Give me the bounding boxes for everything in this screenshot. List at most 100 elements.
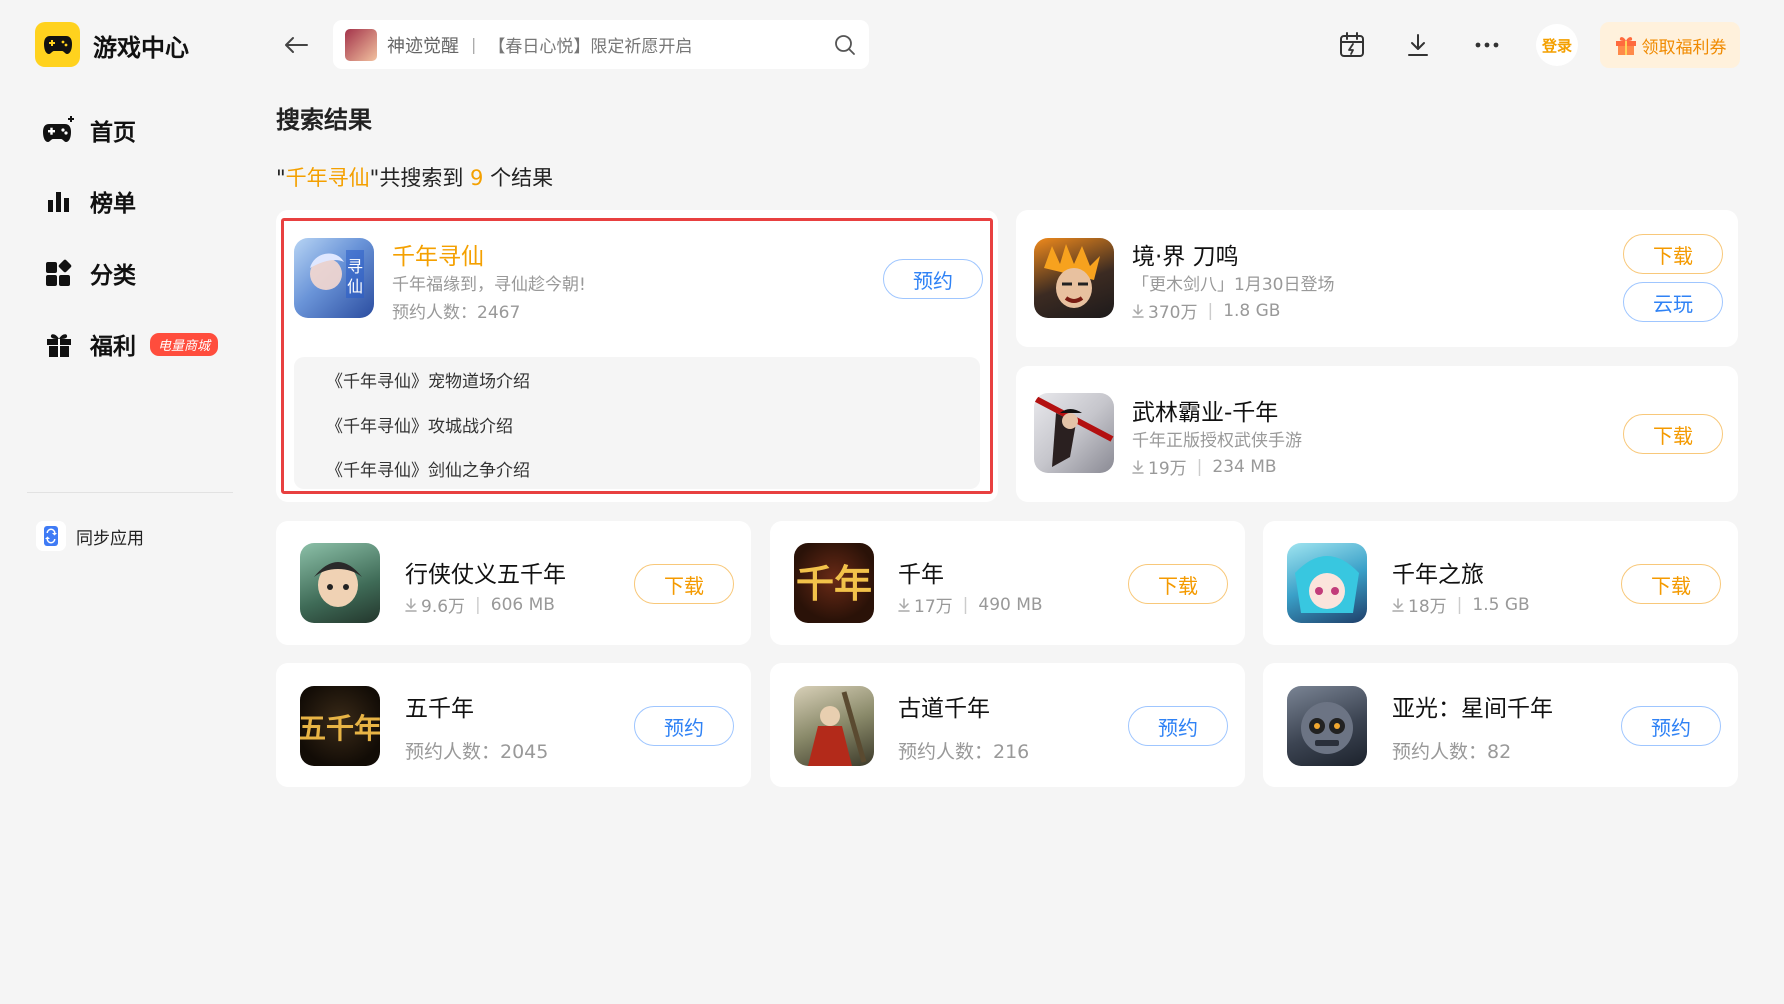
calendar-button[interactable] bbox=[1334, 27, 1370, 63]
calendar-icon bbox=[1340, 32, 1364, 57]
gamepad-plus-icon bbox=[42, 113, 76, 147]
search-promo-text: 【春日心悦】限定祈愿开启 bbox=[488, 37, 693, 57]
nav-item-rankings[interactable]: 榜单 bbox=[42, 181, 136, 221]
game-icon-wuqiannian[interactable]: 五千年 bbox=[300, 686, 380, 766]
download-button[interactable]: 下载 bbox=[1128, 564, 1228, 604]
featured-game-name[interactable]: 千年寻仙 bbox=[392, 237, 484, 271]
download-button[interactable]: 下载 bbox=[1621, 564, 1721, 604]
coupon-label: 领取福利券 bbox=[1641, 37, 1727, 58]
article-list: 《千年寻仙》宠物道场介绍 《千年寻仙》攻城战介绍 《千年寻仙》剑仙之争介绍 bbox=[294, 357, 980, 489]
reserve-count: 预约人数：82 bbox=[1392, 741, 1512, 763]
file-size: 490 MB bbox=[978, 594, 1043, 615]
download-manager-button[interactable] bbox=[1400, 27, 1436, 63]
svg-text:千年: 千年 bbox=[796, 561, 872, 606]
page-title: 搜索结果 bbox=[276, 106, 372, 134]
reserve-button[interactable]: 预约 bbox=[883, 259, 983, 299]
nav-label: 福利 bbox=[90, 334, 136, 360]
article-link[interactable]: 《千年寻仙》宠物道场介绍 bbox=[326, 367, 530, 392]
nav-label: 首页 bbox=[90, 120, 136, 146]
game-icon-qiannianzhilv[interactable] bbox=[1287, 543, 1367, 623]
file-size: 1.8 GB bbox=[1223, 300, 1281, 321]
small-download-icon bbox=[1392, 597, 1404, 612]
summary-query: 千年寻仙 bbox=[285, 166, 370, 190]
download-count: 17万 bbox=[914, 597, 953, 617]
reserve-button[interactable]: 预约 bbox=[1621, 706, 1721, 746]
svg-text:五千年: 五千年 bbox=[300, 712, 380, 745]
more-dots-icon bbox=[1475, 42, 1499, 48]
game-icon-wulinbaye[interactable] bbox=[1034, 393, 1114, 473]
svg-text:寻: 寻 bbox=[347, 257, 363, 276]
summary-suffix: 个结果 bbox=[483, 166, 554, 190]
summary-mid: "共搜索到 bbox=[369, 166, 471, 190]
game-name[interactable]: 武林霸业-千年 bbox=[1132, 393, 1278, 427]
small-download-icon bbox=[1132, 459, 1144, 474]
reserve-button[interactable]: 预约 bbox=[634, 706, 734, 746]
back-button[interactable] bbox=[280, 30, 312, 60]
reserve-button[interactable]: 预约 bbox=[1128, 706, 1228, 746]
game-meta: 17万 | 490 MB bbox=[898, 592, 1043, 617]
nav-item-welfare[interactable]: 福利 电量商城 bbox=[42, 324, 219, 364]
nav-label: 榜单 bbox=[90, 191, 136, 217]
game-name[interactable]: 亚光：星间千年 bbox=[1392, 689, 1553, 723]
file-size: 606 MB bbox=[490, 594, 555, 615]
small-download-icon bbox=[405, 597, 417, 612]
search-bar[interactable]: 神迹觉醒 | 【春日心悦】限定祈愿开启 bbox=[333, 20, 869, 69]
download-button[interactable]: 下载 bbox=[1623, 414, 1723, 454]
download-count: 9.6万 bbox=[421, 597, 466, 617]
sync-label: 同步应用 bbox=[76, 528, 144, 549]
more-button[interactable] bbox=[1469, 27, 1505, 63]
category-grid-icon bbox=[42, 256, 76, 290]
nav-item-home[interactable]: 首页 bbox=[42, 110, 136, 150]
featured-reserve-count: 预约人数：2467 bbox=[392, 303, 521, 323]
search-separator: | bbox=[471, 35, 477, 54]
login-button[interactable]: 登录 bbox=[1536, 24, 1578, 66]
small-download-icon bbox=[898, 597, 910, 612]
game-meta: 370万 | 1.8 GB bbox=[1132, 298, 1280, 323]
game-icon-jingjie[interactable] bbox=[1034, 238, 1114, 318]
result-summary: "千年寻仙"共搜索到 9 个结果 bbox=[276, 162, 553, 192]
game-name[interactable]: 千年之旅 bbox=[1392, 555, 1484, 589]
game-icon-xingxia[interactable] bbox=[300, 543, 380, 623]
search-game-name: 神迹觉醒 bbox=[387, 35, 459, 57]
sidebar: 游戏中心 首页 榜单 分类 福利 电量商城 同步应用 bbox=[0, 0, 240, 1004]
download-count: 19万 bbox=[1148, 459, 1187, 479]
small-download-icon bbox=[1132, 303, 1144, 318]
game-icon-qiannian[interactable]: 千年 bbox=[794, 543, 874, 623]
summary-count: 9 bbox=[470, 166, 484, 190]
summary-open-quote: " bbox=[276, 166, 286, 190]
power-mall-badge: 电量商城 bbox=[150, 332, 219, 356]
game-name[interactable]: 古道千年 bbox=[898, 689, 990, 723]
game-icon-yaguang[interactable] bbox=[1287, 686, 1367, 766]
reserve-count: 预约人数：216 bbox=[898, 741, 1030, 763]
game-icon-qiannianxunxian[interactable]: 寻仙 bbox=[294, 238, 374, 318]
sync-apps-button[interactable]: 同步应用 bbox=[36, 521, 144, 551]
search-icon[interactable] bbox=[833, 33, 857, 57]
svg-text:仙: 仙 bbox=[347, 277, 363, 296]
game-name[interactable]: 五千年 bbox=[405, 689, 474, 723]
download-count: 18万 bbox=[1408, 597, 1447, 617]
article-link[interactable]: 《千年寻仙》攻城战介绍 bbox=[326, 412, 513, 437]
game-name[interactable]: 千年 bbox=[898, 555, 944, 589]
search-game-thumbnail bbox=[345, 28, 377, 61]
cloud-play-button[interactable]: 云玩 bbox=[1623, 282, 1723, 322]
download-count: 370万 bbox=[1148, 303, 1198, 323]
game-card[interactable] bbox=[1016, 210, 1738, 347]
claim-coupon-button[interactable]: 领取福利券 bbox=[1600, 22, 1740, 68]
game-name[interactable]: 行侠仗义五千年 bbox=[405, 555, 566, 589]
download-button[interactable]: 下载 bbox=[634, 564, 734, 604]
game-desc: 「更木剑八」1月30日登场 bbox=[1132, 275, 1335, 295]
download-button[interactable]: 下载 bbox=[1623, 234, 1723, 274]
article-link[interactable]: 《千年寻仙》剑仙之争介绍 bbox=[326, 456, 530, 481]
game-desc: 千年正版授权武侠手游 bbox=[1132, 431, 1302, 451]
bar-chart-icon bbox=[42, 184, 76, 218]
game-name[interactable]: 境·界 刀鸣 bbox=[1132, 237, 1239, 271]
reserve-count: 预约人数：2045 bbox=[405, 741, 549, 763]
game-meta: 19万 | 234 MB bbox=[1132, 454, 1277, 479]
nav-label: 分类 bbox=[90, 263, 136, 289]
nav-item-categories[interactable]: 分类 bbox=[42, 253, 136, 293]
game-meta: 9.6万 | 606 MB bbox=[405, 592, 555, 617]
sidebar-divider bbox=[27, 492, 233, 493]
file-size: 1.5 GB bbox=[1472, 594, 1530, 615]
sync-icon bbox=[36, 521, 66, 551]
game-icon-gudao[interactable] bbox=[794, 686, 874, 766]
